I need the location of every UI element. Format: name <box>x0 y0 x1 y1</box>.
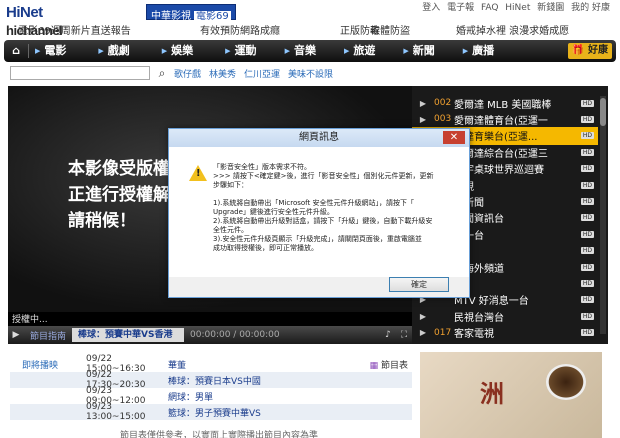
close-icon[interactable]: ✕ <box>443 131 465 144</box>
search-input[interactable] <box>10 66 150 80</box>
nav-item-news[interactable]: ▶ 新聞 <box>397 40 440 62</box>
gift-icon: 🎁 <box>571 45 584 56</box>
nav-arrow-icon: ▶ <box>403 47 409 55</box>
fullscreen-icon[interactable]: ⛶ <box>396 330 412 340</box>
search-bar: ⌕ 歌仔戲 林美秀 仁川亞運 美味不設限 <box>10 65 610 81</box>
dialog-message: 「影音安全性」版本需求不符。 >>> 請按下<確定鍵>後，進行「影音安全性」個別… <box>213 163 434 252</box>
hd-icon: HD <box>580 230 594 238</box>
hd-icon: HD <box>580 279 594 287</box>
my-favorites-link[interactable]: 我的 好康 <box>571 3 610 13</box>
nav-item-radio[interactable]: ▶ 廣播 <box>457 40 500 62</box>
login-link[interactable]: 登入 <box>422 3 440 13</box>
nav-item-sports[interactable]: ▶ 運動 <box>219 40 262 62</box>
dialog-body: ! 「影音安全性」版本需求不符。 >>> 請按下<確定鍵>後，進行「影音安全性」… <box>169 147 469 277</box>
play-icon[interactable]: ▶ <box>8 330 24 340</box>
nav-item-music[interactable]: ▶ 音樂 <box>279 40 322 62</box>
main-nav: ⌂ ▶ 電影 ▶ 戲劇 ▶ 娛樂 ▶ 運動 ▶ 音樂 ▶ 旅遊 ▶ 新聞 ▶ 廣播 🎁 好康 <box>4 40 616 62</box>
player-controls: ▶ 節目指南 棒球：預賽中華VS香港 00:00:00 / 00:00:00 ♪… <box>8 326 412 344</box>
hinet-link[interactable]: HiNet <box>505 3 530 13</box>
schedule-row[interactable]: 即將播映09/22 15:00~16:30華董節目表 <box>10 354 412 374</box>
ad-banner[interactable]: 洲 <box>420 352 602 438</box>
top-links: 登入 電子報 FAQ HiNet 新錢園 我的 好康 <box>418 0 610 13</box>
nav-arrow-icon: ▶ <box>462 47 469 55</box>
nav-arrow-icon: ▶ <box>343 47 350 55</box>
promo-link[interactable]: 有效預防網路成癮 <box>200 22 280 37</box>
hot-tag[interactable]: 美味不設限 <box>288 67 333 80</box>
dialog-title: 網頁訊息 ✕ <box>169 129 469 147</box>
play-circle-icon: ▶ <box>419 311 427 321</box>
hd-icon: HD <box>580 165 594 173</box>
hd-icon: HD <box>580 132 594 140</box>
upcoming-label: 即將播映 <box>22 360 59 371</box>
newsletter-link[interactable]: 電子報 <box>447 3 474 13</box>
hot-tag[interactable]: 歌仔戲 <box>174 67 201 80</box>
channel-item[interactable]: ▶ 民視台灣台 HD <box>412 307 598 325</box>
promo-link[interactable]: 電影69週周新片直送報告 <box>18 22 131 37</box>
favorites-button[interactable]: 🎁 好康 <box>567 43 612 59</box>
hd-icon: HD <box>580 329 594 337</box>
hot-tag[interactable]: 仁川亞運 <box>244 67 280 80</box>
volume-icon[interactable]: ♪ <box>380 330 396 340</box>
nav-item-movies[interactable]: ▶ 電影 <box>29 40 72 62</box>
play-circle-icon: ▶ <box>419 98 427 108</box>
schedule-row[interactable]: 09/22 17:30~20:30 棒球：預賽日本VS中國 <box>10 370 412 390</box>
hd-icon: HD <box>580 197 594 205</box>
hd-icon: HD <box>580 263 594 271</box>
web-message-dialog: 網頁訊息 ✕ ! 「影音安全性」版本需求不符。 >>> 請按下<確定鍵>後，進行… <box>168 128 470 298</box>
ad-text: 洲 <box>480 380 504 408</box>
video-message-line: 正進行授權解 <box>68 185 170 205</box>
channel-scrollbar[interactable] <box>600 96 606 334</box>
home-icon[interactable]: ⌂ <box>4 40 28 62</box>
money-link[interactable]: 新錢園 <box>537 3 564 13</box>
nav-arrow-icon: ▶ <box>98 47 104 55</box>
channel-item[interactable]: ▶ 003 愛爾達體育台(亞運一 HD <box>412 110 598 128</box>
hd-icon: HD <box>580 296 594 304</box>
coffee-cup-image <box>546 364 586 400</box>
faq-link[interactable]: FAQ <box>481 3 498 13</box>
hd-icon: HD <box>580 312 594 320</box>
ok-button[interactable]: 確定 <box>389 277 449 292</box>
site-header: HiNet hichannel 中華影視 電影69 登入 電子報 FAQ HiNe… <box>0 0 620 40</box>
schedule-row[interactable]: 09/23 13:00~15:00 籃球：男子預賽中華VS <box>10 402 412 422</box>
scrollbar-thumb[interactable] <box>600 98 606 126</box>
channel-item[interactable]: ▶ 017 客家電視 HD <box>412 324 598 342</box>
program-guide-link[interactable]: 節目指南 <box>24 329 72 342</box>
program-guide-link[interactable]: 節目表 <box>370 358 408 371</box>
play-circle-icon: ▶ <box>419 114 427 124</box>
playback-time: 00:00:00 / 00:00:00 <box>190 330 280 340</box>
nav-item-entertainment[interactable]: ▶ 娛樂 <box>156 40 199 62</box>
nav-item-drama[interactable]: ▶ 戲劇 <box>92 40 135 62</box>
hd-icon: HD <box>580 214 594 222</box>
channel-item[interactable]: ▶ 002 愛爾達 MLB 美國職棒 HD <box>412 94 598 112</box>
now-playing-title: 棒球：預賽中華VS香港 <box>72 328 185 342</box>
schedule-footnote: 節目表僅供參考，以實面上實際播出節目內容為準 <box>120 431 319 438</box>
hd-icon: HD <box>580 99 594 107</box>
hd-icon: HD <box>580 181 594 189</box>
promo-link[interactable]: 軟體防盜 <box>370 22 410 37</box>
nav-item-travel[interactable]: ▶ 旅遊 <box>338 40 381 62</box>
page: HiNet hichannel 中華影視 電影69 登入 電子報 FAQ HiNe… <box>0 0 620 438</box>
schedule-row[interactable]: 09/23 09:00~12:00 網球：男單 <box>10 386 412 406</box>
promo-link[interactable]: 婚戒掉水裡 浪漫求婚成愿 <box>456 22 569 37</box>
cts-channel-badge[interactable]: 中華影視 電影69 <box>146 4 236 22</box>
hinet-logo[interactable]: HiNet hichannel <box>6 4 63 38</box>
search-icon[interactable]: ⌕ <box>154 66 170 81</box>
nav-arrow-icon: ▶ <box>161 47 168 55</box>
upcoming-schedule: 即將播映09/22 15:00~16:30華董節目表 09/22 17:30~2… <box>10 354 412 422</box>
nav-arrow-icon: ▶ <box>35 47 41 55</box>
video-message-line: 請稍候！ <box>68 211 136 231</box>
play-circle-icon: ▶ <box>419 328 427 338</box>
hot-tag[interactable]: 林美秀 <box>209 67 236 80</box>
warning-icon: ! <box>189 165 207 181</box>
hd-icon: HD <box>580 148 594 156</box>
nav-arrow-icon: ▶ <box>225 47 231 55</box>
player-status: 授權中... <box>12 315 48 325</box>
video-message-line: 本影像受版權 <box>68 159 170 179</box>
nav-arrow-icon: ▶ <box>284 47 290 55</box>
hd-icon: HD <box>580 247 594 255</box>
hd-icon: HD <box>580 115 594 123</box>
